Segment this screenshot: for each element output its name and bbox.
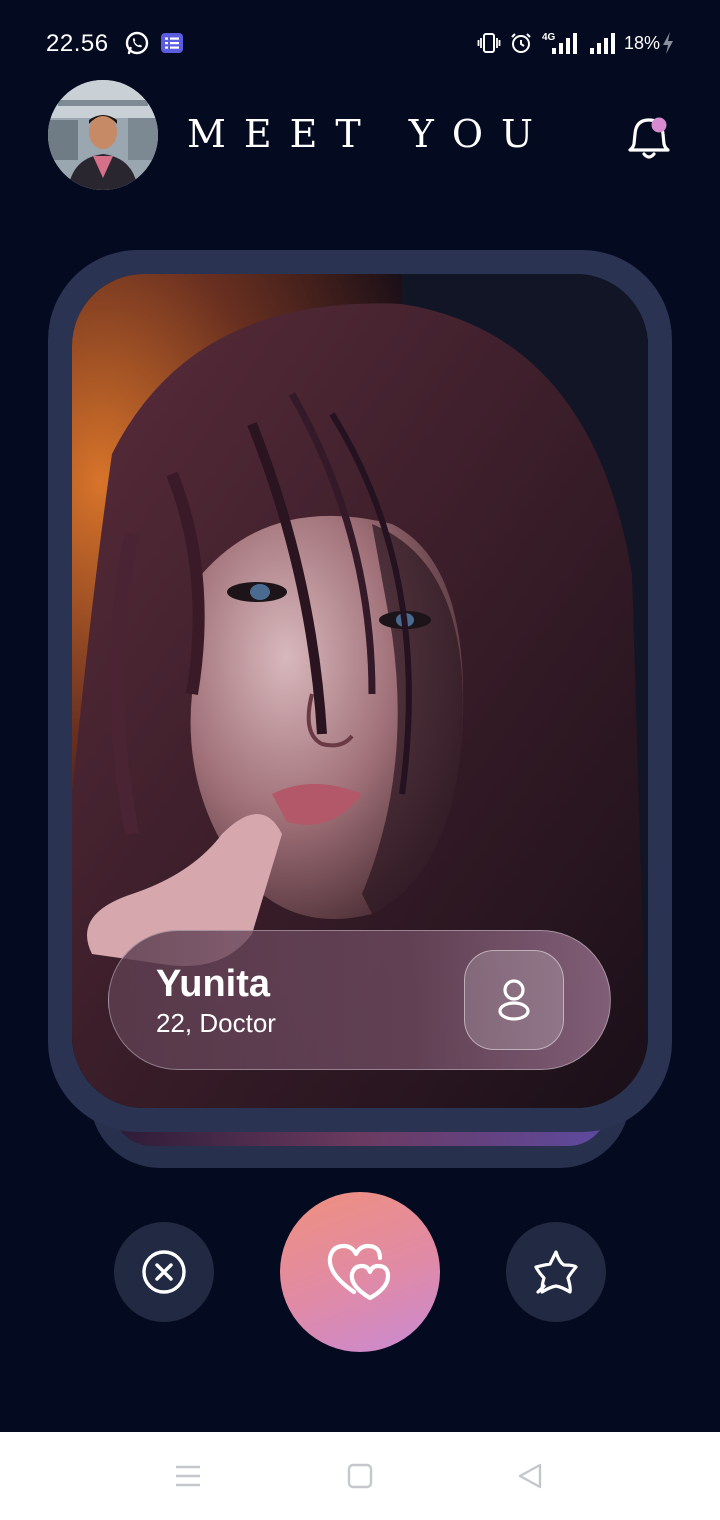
home-icon	[347, 1463, 373, 1489]
close-circle-icon	[142, 1250, 186, 1294]
status-bar: 22.56 4G 18%	[0, 0, 720, 80]
star-icon	[534, 1250, 578, 1294]
notification-dot	[651, 117, 667, 133]
profile-name: Yunita	[156, 963, 271, 1005]
like-button[interactable]	[280, 1192, 440, 1352]
signal-icon	[588, 30, 618, 56]
battery-percent: 18%	[624, 33, 661, 53]
menu-icon	[176, 1465, 200, 1487]
nav-home-button[interactable]	[342, 1458, 378, 1494]
nav-menu-button[interactable]	[170, 1458, 206, 1494]
app-title: MEET YOU	[186, 112, 552, 156]
dislike-button[interactable]	[114, 1222, 214, 1322]
nav-back-button[interactable]	[512, 1458, 548, 1494]
person-icon	[498, 979, 530, 1021]
notes-icon	[160, 30, 184, 56]
app-screen: 22.56 4G 18% MEET YOU Yunita 22, Doctor	[0, 0, 720, 1520]
back-icon	[518, 1463, 542, 1489]
alarm-icon	[509, 30, 533, 56]
charging-icon	[660, 30, 676, 56]
profile-meta: 22, Doctor	[156, 1008, 276, 1038]
superlike-button[interactable]	[506, 1222, 606, 1322]
svg-text:4G: 4G	[542, 32, 556, 43]
hearts-icon	[327, 1243, 391, 1301]
signal-4g-icon: 4G	[540, 30, 580, 56]
vibrate-icon	[477, 30, 501, 56]
notification-button[interactable]	[622, 110, 676, 164]
status-time: 22.56	[46, 30, 109, 57]
whatsapp-icon	[124, 30, 150, 56]
profile-detail-button[interactable]	[464, 950, 564, 1050]
bell-icon	[628, 117, 670, 159]
